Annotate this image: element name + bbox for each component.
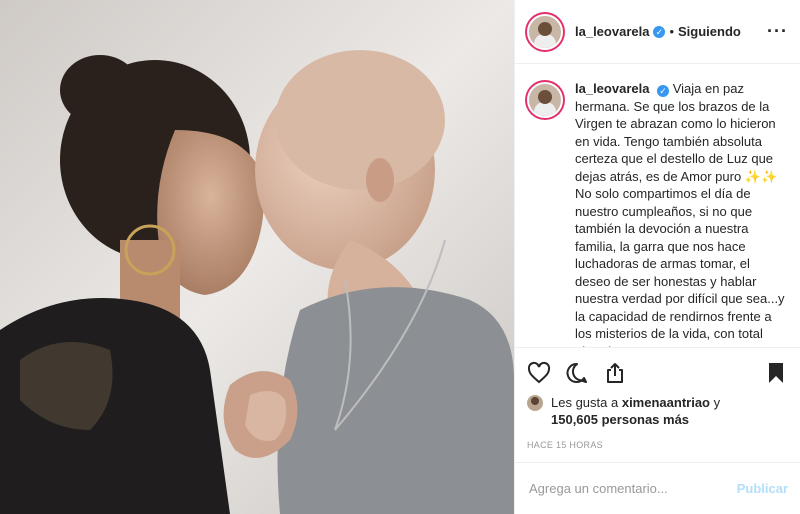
caption-username[interactable]: la_leovarela xyxy=(575,81,649,96)
more-options-icon[interactable]: ··· xyxy=(767,21,788,42)
post-photo[interactable] xyxy=(0,0,514,514)
caption: la_leovarela ✓ Viaja en paz hermana. Se … xyxy=(575,80,788,347)
caption-text: Viaja en paz hermana. Se que los brazos … xyxy=(575,81,785,347)
likes-text: Les gusta a ximenaantriao y 150,605 pers… xyxy=(551,394,720,428)
first-liker-username[interactable]: ximenaantriao xyxy=(622,395,710,410)
post-header: la_leovarela ✓ • Siguiendo ··· xyxy=(515,0,800,64)
follow-status-button[interactable]: Siguiendo xyxy=(678,24,741,39)
comment-input[interactable] xyxy=(527,480,737,497)
bookmark-icon[interactable] xyxy=(766,361,786,385)
add-comment-bar: Publicar xyxy=(515,462,800,514)
author-username[interactable]: la_leovarela xyxy=(575,24,649,39)
liker-avatar[interactable] xyxy=(527,395,543,411)
instagram-post: la_leovarela ✓ • Siguiendo ··· la_leovar… xyxy=(0,0,800,514)
heart-icon[interactable] xyxy=(527,361,551,385)
publish-button[interactable]: Publicar xyxy=(737,481,788,496)
author-avatar[interactable] xyxy=(527,13,563,50)
verified-badge-icon: ✓ xyxy=(653,25,666,38)
comment-icon[interactable] xyxy=(565,361,589,385)
post-timestamp[interactable]: HACE 15 HORAS xyxy=(527,440,788,450)
likes-summary: Les gusta a ximenaantriao y 150,605 pers… xyxy=(527,394,788,428)
share-icon[interactable] xyxy=(603,361,627,385)
separator-dot: • xyxy=(669,24,675,39)
post-photo-image xyxy=(0,0,514,514)
caption-area: la_leovarela ✓ Viaja en paz hermana. Se … xyxy=(515,64,800,347)
likes-joiner: y xyxy=(713,395,721,410)
likes-count[interactable]: 150,605 personas más xyxy=(551,412,689,427)
action-icons xyxy=(527,354,788,392)
post-actions: Les gusta a ximenaantriao y 150,605 pers… xyxy=(515,347,800,462)
likes-prefix: Les gusta a xyxy=(551,395,619,410)
post-sidebar: la_leovarela ✓ • Siguiendo ··· la_leovar… xyxy=(514,0,800,514)
caption-avatar[interactable] xyxy=(527,82,563,118)
verified-badge-icon: ✓ xyxy=(657,85,670,97)
